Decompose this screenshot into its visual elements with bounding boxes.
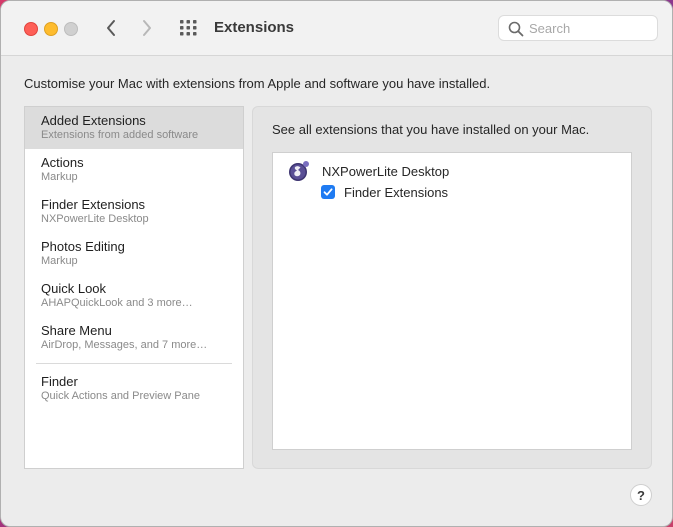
search-input[interactable]: [529, 19, 649, 37]
sidebar-item-photos-editing[interactable]: Photos Editing Markup: [25, 233, 243, 275]
finder-extensions-row[interactable]: Finder Extensions: [321, 183, 448, 201]
sidebar-item-share-menu[interactable]: Share Menu AirDrop, Messages, and 7 more…: [25, 317, 243, 359]
sidebar-item-added-extensions[interactable]: Added Extensions Extensions from added s…: [25, 107, 243, 149]
sidebar-item-title: Photos Editing: [41, 239, 125, 254]
sidebar-item-finder[interactable]: Finder Quick Actions and Preview Pane: [25, 368, 243, 410]
finder-extensions-label: Finder Extensions: [344, 184, 449, 200]
nxpowerlite-app-icon: [289, 161, 309, 181]
sidebar-divider: [36, 363, 232, 364]
titlebar: Extensions: [1, 1, 672, 56]
sidebar-item-subtitle: Quick Actions and Preview Pane: [41, 390, 200, 402]
search-icon: [508, 21, 524, 37]
sidebar-item-title: Quick Look: [41, 281, 107, 296]
app-row: NXPowerLite Desktop: [288, 160, 449, 182]
sidebar-item-title: Added Extensions: [41, 113, 146, 128]
back-button[interactable]: [100, 17, 122, 39]
sidebar-item-subtitle: Extensions from added software: [41, 129, 199, 141]
extensions-sidebar: Added Extensions Extensions from added s…: [24, 106, 244, 469]
close-button[interactable]: [24, 22, 38, 36]
sidebar-item-title: Finder Extensions: [41, 197, 146, 212]
window-title: Extensions: [214, 19, 295, 36]
extensions-list: NXPowerLite Desktop Finder Extensions: [272, 152, 632, 450]
sidebar-item-subtitle: NXPowerLite Desktop: [41, 213, 149, 225]
finder-extensions-checkbox[interactable]: [321, 185, 335, 199]
sidebar-item-subtitle: Markup: [41, 255, 78, 267]
sidebar-item-title: Actions: [41, 155, 84, 170]
sidebar-item-subtitle: Markup: [41, 171, 78, 183]
minimize-button[interactable]: [44, 22, 58, 36]
show-all-button[interactable]: [179, 19, 199, 37]
zoom-button[interactable]: [64, 22, 78, 36]
sidebar-item-finder-extensions[interactable]: Finder Extensions NXPowerLite Desktop: [25, 191, 243, 233]
checkmark-icon: [323, 188, 333, 196]
sidebar-item-actions[interactable]: Actions Markup: [25, 149, 243, 191]
extensions-detail-panel: See all extensions that you have install…: [252, 106, 652, 469]
sidebar-item-title: Share Menu: [41, 323, 112, 338]
grid-icon: [180, 20, 197, 36]
sidebar-item-subtitle: AirDrop, Messages, and 7 more…: [41, 339, 208, 351]
forward-button[interactable]: [136, 17, 158, 39]
description-text: Customise your Mac with extensions from …: [24, 76, 491, 91]
back-chevron-icon: [107, 20, 115, 36]
app-name: NXPowerLite Desktop: [322, 163, 450, 179]
sidebar-item-quick-look[interactable]: Quick Look AHAPQuickLook and 3 more…: [25, 275, 243, 317]
sidebar-item-title: Finder: [41, 374, 78, 389]
forward-chevron-icon: [143, 20, 151, 36]
panel-description: See all extensions that you have install…: [272, 122, 590, 137]
help-button[interactable]: ?: [630, 484, 652, 506]
sidebar-item-subtitle: AHAPQuickLook and 3 more…: [41, 297, 193, 309]
system-preferences-window: Extensions Customise your Mac with exten…: [0, 0, 673, 527]
search-field[interactable]: [498, 15, 658, 41]
